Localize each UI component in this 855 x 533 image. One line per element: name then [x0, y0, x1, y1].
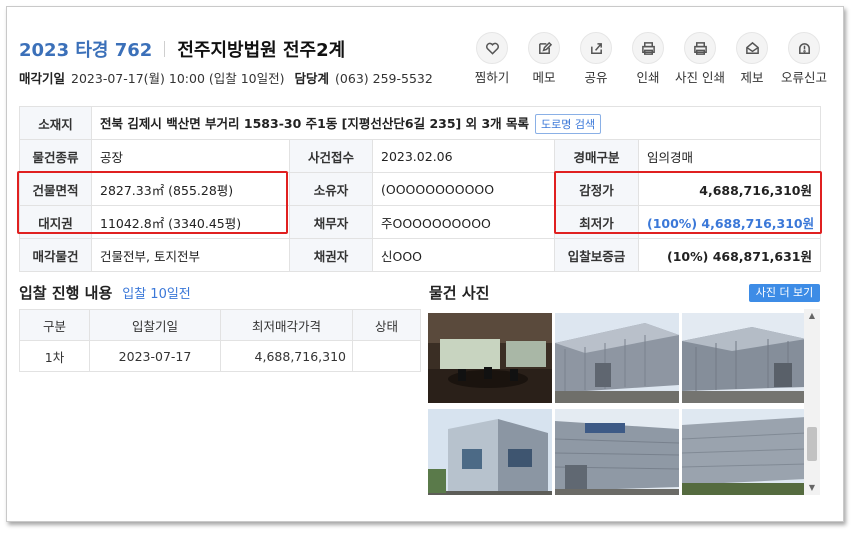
scrollbar-thumb[interactable] [807, 427, 817, 461]
table-row: 물건종류 공장 사건접수 2023.02.06 경매구분 임의경매 [19, 139, 821, 173]
warehouse-image [682, 313, 806, 403]
table-row: 소재지 전북 김제시 백산면 부거리 1583-30 주1동 [지평선산단6길 … [19, 106, 821, 140]
court-name: 전주지방법원 전주2계 [177, 40, 346, 61]
appraisal-value: 4,688,716,310원 [638, 172, 821, 206]
deposit-value: (10%) 468,871,631원 [638, 238, 821, 272]
favorite-label: 찜하기 [474, 70, 510, 85]
property-photo[interactable] [555, 409, 679, 495]
land-right-label: 대지권 [19, 205, 92, 239]
print-button[interactable]: 인쇄 [622, 32, 674, 86]
column-header: 최저매각가격 [220, 309, 353, 341]
owner-value: (OOOOOOOOOOO [372, 172, 555, 206]
bid-round: 1차 [19, 340, 90, 372]
scroll-up-arrow-icon[interactable]: ▲ [804, 309, 820, 323]
type-label: 물건종류 [19, 139, 92, 173]
received-value: 2023.02.06 [372, 139, 555, 173]
sale-type-value: 임의경매 [638, 139, 821, 173]
table-row: 매각물건 건물전부, 토지전부 채권자 신OOO 입찰보증금 (10%) 468… [19, 238, 821, 272]
location-cell: 전북 김제시 백산면 부거리 1583-30 주1동 [지평선산단6길 235]… [91, 106, 821, 140]
building-area-label: 건물면적 [19, 172, 92, 206]
share-button[interactable]: 공유 [570, 32, 622, 86]
error-report-label: 오류신고 [780, 70, 827, 85]
bid-date: 2023-07-17 [89, 340, 221, 372]
share-label: 공유 [584, 70, 608, 85]
heart-icon [485, 42, 499, 55]
gallery-scrollbar[interactable]: ▲ ▼ [804, 309, 820, 495]
sale-object-value: 건물전부, 토지전부 [91, 238, 290, 272]
building-image [428, 409, 552, 495]
sale-type-label: 경매구분 [554, 139, 639, 173]
type-value: 공장 [91, 139, 290, 173]
table-header-row: 구분 입찰기일 최저매각가격 상태 [19, 309, 421, 341]
property-photo[interactable] [428, 313, 552, 403]
report-button[interactable]: 제보 [726, 32, 778, 86]
sale-date-value: 2023-07-17(월) 10:00 (입찰 10일전) [71, 71, 285, 86]
received-label: 사건접수 [289, 139, 373, 173]
photo-print-button[interactable]: 사진 인쇄 [674, 32, 726, 86]
building-area-value: 2827.33㎡ (855.28평) [91, 172, 290, 206]
property-photo[interactable] [682, 409, 806, 495]
column-header: 구분 [19, 309, 90, 341]
min-price-label: 최저가 [554, 205, 639, 239]
error-report-button[interactable]: 오류신고 [778, 32, 830, 86]
road-search-button[interactable]: 도로명 검색 [535, 113, 602, 134]
error-report-icon [798, 42, 810, 54]
photo-section-title: 물건 사진 [429, 284, 490, 302]
location-value: 전북 김제시 백산면 부거리 1583-30 주1동 [지평선산단6길 235]… [100, 115, 530, 131]
case-subline: 매각기일 2023-07-17(월) 10:00 (입찰 10일전) 담당계 (063… [19, 68, 433, 87]
property-photo[interactable] [682, 313, 806, 403]
property-photo[interactable] [555, 313, 679, 403]
table-row: 1차 2023-07-17 4,688,716,310 [19, 340, 421, 372]
table-row: 대지권 11042.8㎡ (3340.45평) 채무자 주OOOOOOOOOO … [19, 205, 821, 239]
favorite-button[interactable]: 찜하기 [466, 32, 518, 86]
sale-object-label: 매각물건 [19, 238, 92, 272]
bid-title: 입찰 진행 내용 [19, 284, 113, 302]
location-label: 소재지 [19, 106, 92, 140]
column-header: 상태 [352, 309, 421, 341]
creditor-label: 채권자 [289, 238, 373, 272]
photo-print-label: 사진 인쇄 [675, 70, 725, 85]
warehouse-front-image [555, 409, 679, 495]
more-photos-button[interactable]: 사진 더 보기 [749, 284, 820, 302]
photo-gallery [426, 309, 820, 495]
debtor-value: 주OOOOOOOOOO [372, 205, 555, 239]
bid-status [352, 340, 421, 372]
case-info-table: 소재지 전북 김제시 백산면 부거리 1583-30 주1동 [지평선산단6길 … [19, 106, 821, 272]
warehouse-side-image [682, 409, 806, 495]
land-right-value: 11042.8㎡ (3340.45평) [91, 205, 290, 239]
memo-label: 메모 [532, 70, 556, 85]
office-interior-image [428, 313, 552, 403]
print-icon [641, 41, 655, 55]
case-number: 2023 타경 762 [19, 40, 153, 61]
creditor-value: 신OOO [372, 238, 555, 272]
min-price-value: (100%) 4,688,716,310원 [638, 205, 821, 239]
bid-table: 구분 입찰기일 최저매각가격 상태 1차 2023-07-17 4,688,71… [19, 309, 421, 372]
memo-button[interactable]: 메모 [518, 32, 570, 86]
property-photo[interactable] [428, 409, 552, 495]
debtor-label: 채무자 [289, 205, 373, 239]
owner-label: 소유자 [289, 172, 373, 206]
report-icon [745, 41, 759, 54]
photo-print-icon [693, 41, 707, 55]
bid-countdown: 입찰 10일전 [122, 287, 191, 302]
title-divider [164, 41, 166, 57]
memo-icon [538, 41, 552, 54]
print-label: 인쇄 [636, 70, 660, 85]
table-row: 건물면적 2827.33㎡ (855.28평) 소유자 (OOOOOOOOOOO… [19, 172, 821, 206]
sale-date-label: 매각기일 [19, 71, 66, 86]
dept-label: 담당계 [294, 71, 330, 86]
scroll-down-arrow-icon[interactable]: ▼ [804, 481, 820, 495]
bid-min-price: 4,688,716,310 [220, 340, 353, 372]
action-toolbar: 찜하기 메모 공유 인쇄 사진 인쇄 제보 오류신고 [466, 32, 830, 86]
case-title: 2023 타경 762 전주지방법원 전주2계 [19, 37, 345, 61]
deposit-label: 입찰보증금 [554, 238, 639, 272]
column-header: 입찰기일 [89, 309, 221, 341]
report-label: 제보 [740, 70, 764, 85]
share-icon [590, 42, 602, 54]
dept-phone: (063) 259-5532 [335, 71, 433, 86]
warehouse-image [555, 313, 679, 403]
bid-section-title: 입찰 진행 내용 입찰 10일전 [19, 282, 191, 303]
appraisal-label: 감정가 [554, 172, 639, 206]
